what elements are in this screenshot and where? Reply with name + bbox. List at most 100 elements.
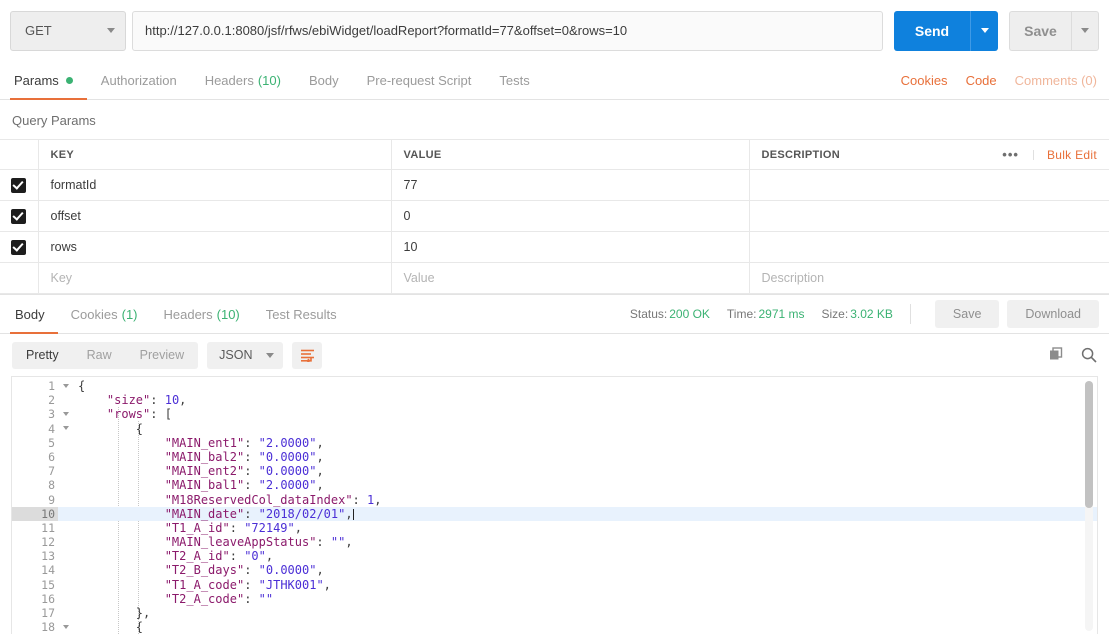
code-text: "size": 10, <box>106 393 187 408</box>
query-params-title: Query Params <box>12 113 96 128</box>
line-number: 8 <box>48 478 55 493</box>
line-number: 10 <box>12 506 58 521</box>
response-tab-headers-count: (10) <box>216 306 240 322</box>
code-text: "MAIN_bal1": "2.0000", <box>164 478 324 493</box>
code-text: "MAIN_date": "2018/02/01", <box>164 506 354 521</box>
code-line: 3 "rows": [ <box>12 407 1097 421</box>
save-options-button[interactable] <box>1071 10 1099 51</box>
cookies-link[interactable]: Cookies <box>901 73 948 88</box>
line-number: 6 <box>48 449 55 464</box>
vertical-scrollbar[interactable] <box>1085 381 1093 631</box>
row-description[interactable] <box>749 169 1109 201</box>
fold-triangle-icon[interactable] <box>63 426 69 431</box>
line-number: 2 <box>48 393 55 408</box>
wrap-lines-button[interactable] <box>292 341 323 369</box>
line-number: 3 <box>12 407 69 421</box>
response-tab-body[interactable]: Body <box>10 295 58 334</box>
row-key[interactable]: formatId <box>38 169 392 201</box>
body-toolbar-actions <box>1033 347 1097 363</box>
checkbox-checked-icon[interactable] <box>11 177 27 193</box>
new-row-key-input[interactable]: Key <box>38 262 392 294</box>
row-checkbox-cell[interactable] <box>0 200 39 232</box>
code-line: 13 "T2_A_id": "0", <box>12 549 1097 563</box>
url-input[interactable]: http://127.0.0.1:8080/jsf/rfws/ebiWidget… <box>132 10 883 51</box>
send-options-button[interactable] <box>970 10 998 51</box>
row-value[interactable]: 0 <box>391 200 750 232</box>
table-row: rows 10 <box>0 231 1109 263</box>
line-number: 17 <box>41 606 55 620</box>
chevron-down-icon <box>980 28 989 33</box>
row-checkbox-cell[interactable] <box>0 169 39 201</box>
save-button-group: Save <box>1009 10 1099 51</box>
code-line: 7 "MAIN_ent2": "0.0000", <box>12 464 1097 478</box>
row-value[interactable]: 10 <box>391 231 750 263</box>
code-line: 16 "T2_A_code": "" <box>12 592 1097 606</box>
tab-params[interactable]: Params <box>10 62 87 100</box>
tab-authorization[interactable]: Authorization <box>87 62 191 99</box>
new-row-description-input[interactable]: Description <box>749 262 1109 294</box>
fold-triangle-icon[interactable] <box>63 383 69 388</box>
code-text: "MAIN_leaveAppStatus": "", <box>164 535 353 550</box>
header-description: DESCRIPTION ••• Bulk Edit <box>749 139 1109 170</box>
row-key[interactable]: offset <box>38 200 392 232</box>
response-tab-test-results[interactable]: Test Results <box>253 295 350 333</box>
copy-button[interactable] <box>1049 347 1065 363</box>
line-number: 13 <box>41 549 55 564</box>
tab-tests[interactable]: Tests <box>485 62 543 99</box>
code-line: 14 "T2_B_days": "0.0000", <box>12 563 1097 577</box>
code-line: 18 { <box>12 620 1097 634</box>
line-number: 14 <box>41 563 55 578</box>
tab-body-label: Body <box>308 73 339 88</box>
scrollbar-thumb[interactable] <box>1085 381 1093 508</box>
request-tabs: Params Authorization Headers (10) Body P… <box>0 62 1109 100</box>
tab-pre-request-script-label: Pre-request Script <box>366 73 472 88</box>
http-method-select[interactable]: GET <box>10 10 126 51</box>
code-line: 4 { <box>12 422 1097 436</box>
response-body-code-editor[interactable]: 1{2 "size": 10, 3 "rows": [4 {5 "MAIN_ent… <box>11 376 1098 634</box>
code-line: 8 "MAIN_bal1": "2.0000", <box>12 478 1097 492</box>
row-key[interactable]: rows <box>38 231 392 263</box>
format-select[interactable]: JSON <box>207 341 284 369</box>
response-tabs: Body Cookies (1) Headers (10) Test Resul… <box>0 294 1109 334</box>
code-text: "T2_A_code": "" <box>164 591 274 606</box>
response-download-button[interactable]: Download <box>1007 300 1099 328</box>
tab-headers[interactable]: Headers (10) <box>191 62 295 99</box>
fold-triangle-icon[interactable] <box>63 411 69 416</box>
checkbox-checked-icon[interactable] <box>11 239 27 255</box>
code-line: 6 "MAIN_bal2": "0.0000", <box>12 450 1097 464</box>
row-value[interactable]: 77 <box>391 169 750 201</box>
tab-pre-request-script[interactable]: Pre-request Script <box>353 62 486 99</box>
send-button[interactable]: Send <box>894 10 970 51</box>
comments-link[interactable]: Comments (0) <box>1015 73 1097 88</box>
row-description[interactable] <box>749 231 1109 263</box>
view-mode-pretty[interactable]: Pretty <box>12 342 73 369</box>
body-toolbar: Pretty Raw Preview JSON <box>0 334 1109 376</box>
response-save-button[interactable]: Save <box>934 300 1000 328</box>
code-line: 9 "M18ReservedCol_dataIndex": 1, <box>12 493 1097 507</box>
code-text: "MAIN_ent2": "0.0000", <box>164 464 324 479</box>
table-header-row: KEY VALUE DESCRIPTION ••• Bulk Edit <box>0 139 1109 170</box>
url-text: http://127.0.0.1:8080/jsf/rfws/ebiWidget… <box>145 23 628 38</box>
status-badge: Status: 200 OK <box>630 307 710 321</box>
save-button[interactable]: Save <box>1009 10 1071 51</box>
row-checkbox-cell[interactable] <box>0 231 39 263</box>
fold-triangle-icon[interactable] <box>63 624 69 629</box>
line-number: 9 <box>48 492 55 507</box>
checkbox-checked-icon[interactable] <box>11 208 27 224</box>
line-number: 16 <box>41 591 55 606</box>
code-text: { <box>135 620 144 634</box>
view-mode-raw[interactable]: Raw <box>73 342 126 369</box>
view-mode-preview[interactable]: Preview <box>126 342 198 369</box>
code-line: 12 "MAIN_leaveAppStatus": "", <box>12 535 1097 549</box>
more-options-icon[interactable]: ••• <box>988 148 1034 161</box>
response-tab-cookies[interactable]: Cookies (1) <box>58 295 151 333</box>
new-row-value-input[interactable]: Value <box>391 262 750 294</box>
header-key: KEY <box>38 139 392 170</box>
code-link[interactable]: Code <box>966 73 997 88</box>
bulk-edit-button[interactable]: Bulk Edit <box>1034 148 1108 162</box>
search-button[interactable] <box>1081 347 1097 363</box>
row-description[interactable] <box>749 200 1109 232</box>
header-description-label: DESCRIPTION <box>761 148 840 161</box>
tab-body[interactable]: Body <box>295 62 353 99</box>
response-tab-headers[interactable]: Headers (10) <box>151 295 253 333</box>
